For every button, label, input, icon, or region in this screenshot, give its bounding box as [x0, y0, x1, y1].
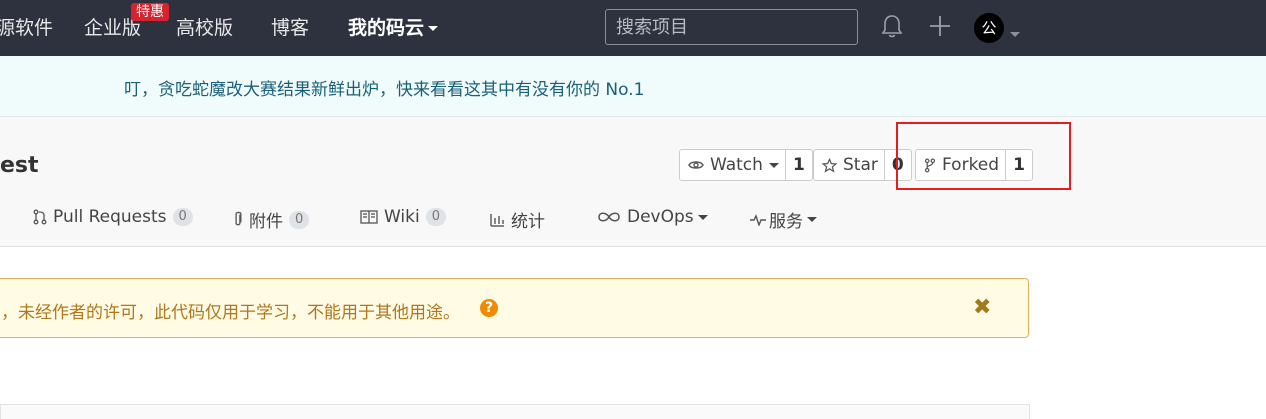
star-button[interactable]: Star [814, 150, 884, 180]
repo-title[interactable]: est [0, 153, 39, 178]
tab-wiki[interactable]: Wiki 0 [360, 207, 447, 227]
chevron-down-icon [428, 26, 439, 31]
content-panel [0, 404, 1030, 419]
star-label: Star [843, 155, 878, 175]
chevron-down-icon[interactable] [1010, 24, 1020, 43]
question-icon[interactable]: ? [480, 299, 498, 317]
tab-label: Pull Requests [53, 207, 167, 227]
eye-icon [688, 161, 704, 169]
nav-my-gitee-label: 我的码云 [348, 17, 425, 39]
announcement-bar: 叮，贪吃蛇魔改大赛结果新鲜出炉，快来看看这其中有没有你的 No.1 [0, 56, 1266, 117]
star-icon [822, 157, 837, 173]
tab-label: 统计 [511, 212, 545, 232]
tab-label: 附件 [249, 212, 283, 232]
bar-chart-icon [490, 213, 504, 227]
pulse-icon [750, 213, 766, 226]
watch-button[interactable]: Watch [680, 150, 785, 180]
promo-badge: 特惠 [131, 3, 169, 21]
tab-devops[interactable]: DevOps [597, 207, 708, 227]
tab-label: 服务 [769, 212, 803, 232]
tab-statistics[interactable]: 统计 [490, 207, 545, 232]
warning-text: ，未经作者的许可，此代码仅用于学习，不能用于其他用途。 [1, 303, 460, 323]
close-icon[interactable]: ✖ [973, 295, 991, 320]
paperclip-icon [235, 211, 242, 226]
nav-my-gitee[interactable]: 我的码云 [348, 16, 439, 40]
fork-highlight-box [896, 122, 1071, 190]
watch-label: Watch [710, 155, 763, 175]
tab-count: 0 [289, 210, 310, 229]
chevron-down-icon [807, 217, 817, 222]
license-warning: ，未经作者的许可，此代码仅用于学习，不能用于其他用途。 ? ✖ [0, 278, 1029, 338]
tab-count: 0 [172, 208, 193, 226]
chevron-down-icon [768, 162, 779, 168]
watch-count[interactable]: 1 [784, 150, 812, 180]
tab-label: Wiki [384, 207, 420, 227]
book-icon [360, 210, 378, 224]
tab-pull-requests[interactable]: Pull Requests 0 [33, 207, 193, 227]
tab-services[interactable]: 服务 [749, 207, 817, 232]
chevron-down-icon [697, 214, 708, 220]
search-input[interactable] [605, 9, 858, 45]
infinity-icon [598, 212, 620, 222]
avatar[interactable]: 公 [974, 13, 1004, 43]
repo-header: est Watch 1 Star 0 Forked 1 Pull Request… [0, 117, 1266, 247]
nav-blog[interactable]: 博客 [271, 16, 309, 40]
nav-open-source[interactable]: 源软件 [0, 16, 53, 40]
nav-education[interactable]: 高校版 [176, 16, 233, 40]
watch-button-group: Watch 1 [679, 149, 813, 181]
announcement-link[interactable]: 叮，贪吃蛇魔改大赛结果新鲜出炉，快来看看这其中有没有你的 No.1 [124, 75, 644, 100]
tab-count: 0 [425, 208, 447, 226]
tab-label: DevOps [627, 207, 694, 227]
top-nav: 源软件 企业版 特惠 高校版 博客 我的码云 公 [0, 0, 1266, 56]
plus-icon[interactable] [928, 14, 952, 42]
repo-tabs: Pull Requests 0 附件 0 Wiki 0 统计 DevOps 服务 [0, 207, 1266, 237]
tab-attachments[interactable]: 附件 0 [233, 207, 310, 232]
pull-request-icon [33, 209, 47, 225]
bell-icon[interactable] [880, 13, 904, 43]
